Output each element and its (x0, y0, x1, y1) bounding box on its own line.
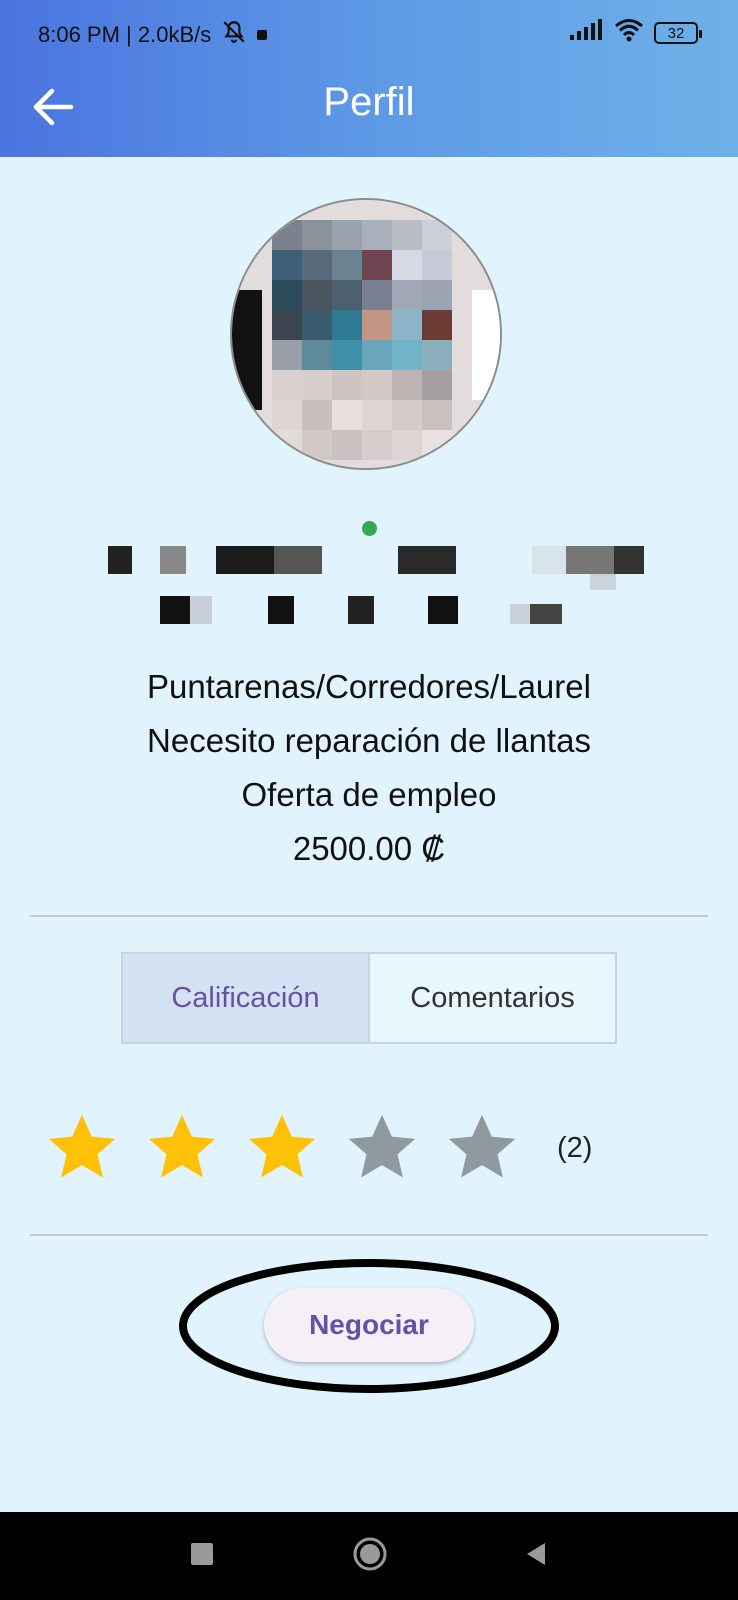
recents-button[interactable] (182, 1536, 222, 1576)
star-filled-icon (148, 1114, 216, 1178)
system-back-button[interactable] (516, 1536, 556, 1576)
app-bar: Perfil (0, 66, 738, 157)
category-text: Oferta de empleo (241, 776, 497, 813)
tab-comentarios[interactable]: Comentarios (370, 954, 615, 1042)
header: 8:06 PM | 2.0kB/s 32 Perfil (0, 0, 738, 157)
page-title: Perfil (323, 80, 415, 124)
divider-bottom (30, 1234, 708, 1236)
negociar-button[interactable]: Negociar (264, 1288, 474, 1362)
status-bar: 8:06 PM | 2.0kB/s 32 (0, 0, 738, 66)
star-filled-icon (48, 1114, 116, 1178)
divider-top (30, 915, 708, 917)
rating-count: (2) (557, 1131, 593, 1164)
redacted-name (100, 546, 660, 646)
profile-avatar (230, 198, 502, 470)
online-status-dot (362, 521, 377, 536)
status-time: 8:06 PM | 2.0kB/s (38, 22, 212, 47)
star-empty-icon (348, 1114, 416, 1178)
home-button[interactable] (350, 1536, 390, 1576)
battery-level: 32 (667, 24, 685, 42)
bell-muted-icon (221, 19, 247, 51)
tab-calificacion[interactable]: Calificación (123, 954, 370, 1042)
rating-stars: (2) (42, 1110, 592, 1186)
status-right: 32 (570, 18, 702, 48)
system-nav-bar (0, 1512, 738, 1600)
wifi-icon (614, 18, 644, 48)
square-icon (190, 1542, 214, 1571)
signal-icon (570, 19, 604, 47)
tab-bar: Calificación Comentarios (121, 952, 617, 1044)
circle-icon (352, 1536, 388, 1577)
star-empty-icon (448, 1114, 516, 1178)
star-filled-icon (248, 1114, 316, 1178)
price-text: 2500.00 ₡ (292, 830, 446, 867)
description-text: Necesito reparación de llantas (147, 722, 591, 759)
notification-dot-icon (257, 30, 268, 40)
battery-icon: 32 (654, 22, 702, 44)
status-left: 8:06 PM | 2.0kB/s (38, 19, 268, 51)
avatar-image (232, 200, 500, 468)
location-text: Puntarenas/Corredores/Laurel (147, 668, 591, 705)
triangle-back-icon (523, 1541, 549, 1572)
